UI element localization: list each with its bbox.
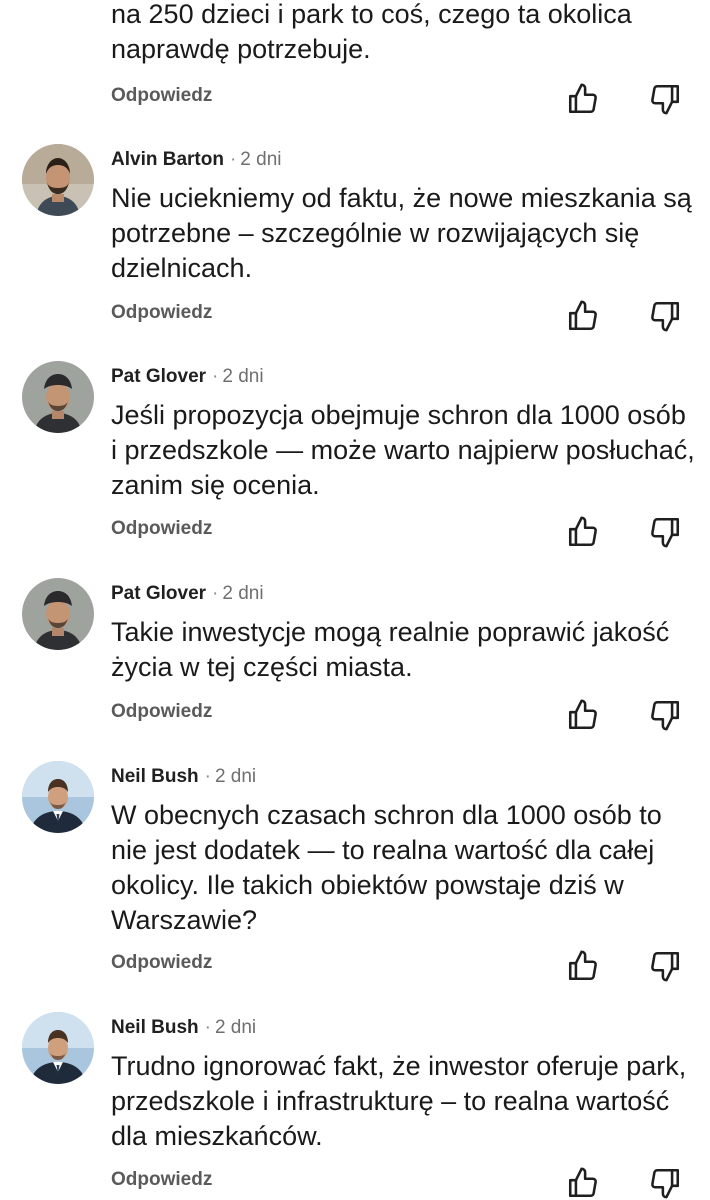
thumbs-down-icon <box>648 82 682 116</box>
reply-button[interactable]: Odpowiedz <box>111 701 212 723</box>
meta-separator: · <box>212 583 219 604</box>
dislike-button[interactable] <box>648 299 682 333</box>
author-name[interactable]: Alvin Barton <box>111 149 224 170</box>
dislike-button[interactable] <box>648 1166 682 1200</box>
comment-text-line: naprawdę potrzebuje. <box>111 34 371 64</box>
reply-button[interactable]: Odpowiedz <box>111 302 212 324</box>
thumbs-down-icon <box>648 299 682 333</box>
comment-meta: Neil Bush · 2 dni <box>111 765 256 789</box>
timestamp: 2 dni <box>222 583 264 604</box>
comment-meta: Pat Glover · 2 dni <box>111 582 264 606</box>
comment-text: Nie uciekniemy od faktu, że nowe mieszka… <box>111 181 696 286</box>
dislike-button[interactable] <box>648 949 682 983</box>
like-button[interactable] <box>566 299 600 333</box>
avatar[interactable] <box>22 361 94 433</box>
reply-button[interactable]: Odpowiedz <box>111 952 212 974</box>
thumbs-up-icon <box>566 515 600 549</box>
dislike-button[interactable] <box>648 698 682 732</box>
comment-text-line: dzielnicach. <box>111 253 253 283</box>
comment-text-line: Trudno ignorować fakt, że inwestor oferu… <box>111 1051 687 1081</box>
comment-text-line: Jeśli propozycja obejmuje schron dla 100… <box>111 400 686 430</box>
businessman-portrait-icon <box>22 1012 94 1084</box>
comment-text-line: i przedszkole — może warto najpierw posł… <box>111 435 695 465</box>
meta-separator: · <box>212 366 219 387</box>
thumbs-down-icon <box>648 698 682 732</box>
comment-text-line: zanim się ocenia. <box>111 470 320 500</box>
comment-text-line: Nie uciekniemy od faktu, że nowe mieszka… <box>111 183 692 213</box>
timestamp: 2 dni <box>240 149 282 170</box>
avatar[interactable] <box>22 761 94 833</box>
avatar[interactable] <box>22 1012 94 1084</box>
man-cap-portrait-icon <box>22 361 94 433</box>
comment-text: Trudno ignorować fakt, że inwestor oferu… <box>111 1049 696 1154</box>
thumbs-up-icon <box>566 1166 600 1200</box>
thumbs-up-icon <box>566 698 600 732</box>
comment-text: na 250 dzieci i park to coś, czego ta ok… <box>111 0 696 67</box>
comment-meta: Neil Bush · 2 dni <box>111 1016 256 1040</box>
reply-button[interactable]: Odpowiedz <box>111 1169 212 1191</box>
comment-list: na 250 dzieci i park to coś, czego ta ok… <box>0 0 710 1200</box>
comment-text-line: Takie inwestycje mogą realnie poprawić j… <box>111 617 670 647</box>
comment-text-line: dla mieszkańców. <box>111 1121 323 1151</box>
businessman-portrait-icon <box>22 761 94 833</box>
thumbs-down-icon <box>648 1166 682 1200</box>
comment-meta: Pat Glover · 2 dni <box>111 365 264 389</box>
avatar[interactable] <box>22 144 94 216</box>
comment-text-line: nie jest dodatek — to realna wartość dla… <box>111 835 655 865</box>
comment-text-line: przedszkole i infrastrukturę – to realna… <box>111 1086 670 1116</box>
dislike-button[interactable] <box>648 515 682 549</box>
comment-meta: Alvin Barton · 2 dni <box>111 148 281 172</box>
comment-text-line: potrzebne – szczególnie w rozwijających … <box>111 218 640 248</box>
author-name[interactable]: Neil Bush <box>111 766 199 787</box>
author-name[interactable]: Neil Bush <box>111 1017 199 1038</box>
thumbs-down-icon <box>648 949 682 983</box>
comment-text-line: okolicy. Ile takich obiektów powstaje dz… <box>111 870 624 900</box>
comment-text: W obecnych czasach schron dla 1000 osób … <box>111 798 696 938</box>
comment-text-line: życia w tej części miasta. <box>111 652 413 682</box>
thumbs-up-icon <box>566 299 600 333</box>
thumbs-down-icon <box>648 515 682 549</box>
author-name[interactable]: Pat Glover <box>111 366 206 387</box>
meta-separator: · <box>229 149 237 170</box>
thumbs-up-icon <box>566 82 600 116</box>
reply-button[interactable]: Odpowiedz <box>111 518 212 540</box>
timestamp: 2 dni <box>214 766 257 787</box>
reply-button[interactable]: Odpowiedz <box>111 85 212 107</box>
like-button[interactable] <box>566 949 600 983</box>
thumbs-up-icon <box>566 949 600 983</box>
like-button[interactable] <box>566 515 600 549</box>
timestamp: 2 dni <box>214 1017 257 1038</box>
dislike-button[interactable] <box>648 82 682 116</box>
comment-text: Takie inwestycje mogą realnie poprawić j… <box>111 615 696 685</box>
avatar[interactable] <box>22 578 94 650</box>
comment-text-line: Warszawie? <box>111 905 258 935</box>
man-cap-portrait-icon <box>22 578 94 650</box>
comment-text-line: na 250 dzieci i park to coś, czego ta ok… <box>111 0 632 29</box>
timestamp: 2 dni <box>222 366 264 387</box>
like-button[interactable] <box>566 1166 600 1200</box>
man-beard-portrait-icon <box>22 144 94 216</box>
author-name[interactable]: Pat Glover <box>111 583 206 604</box>
comment-text-line: W obecnych czasach schron dla 1000 osób … <box>111 800 662 830</box>
meta-separator: · <box>204 766 211 787</box>
like-button[interactable] <box>566 82 600 116</box>
like-button[interactable] <box>566 698 600 732</box>
meta-separator: · <box>204 1017 211 1038</box>
comment-text: Jeśli propozycja obejmuje schron dla 100… <box>111 398 696 503</box>
